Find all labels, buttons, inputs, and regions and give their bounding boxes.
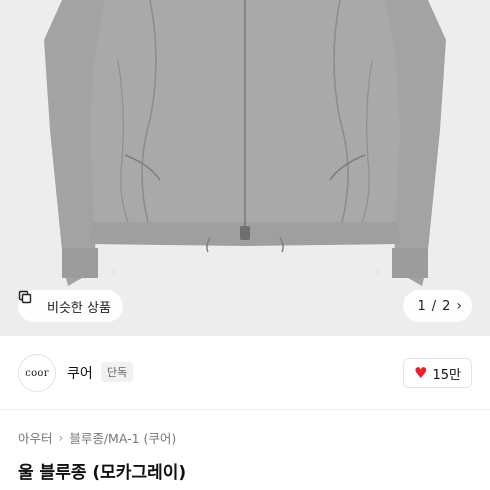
brand-name[interactable]: 쿠어 xyxy=(67,363,93,383)
brand-logo-avatar[interactable]: coor xyxy=(18,354,56,392)
jacket-illustration xyxy=(0,0,490,336)
pager-total: 2 xyxy=(442,298,451,314)
breadcrumb-subcategory[interactable]: 블루종/MA-1 (쿠어) xyxy=(69,428,176,447)
image-pager[interactable]: 1 / 2 › xyxy=(403,290,472,322)
product-image[interactable]: 비슷한 상품 1 / 2 › xyxy=(0,0,490,336)
pager-current: 1 xyxy=(417,298,426,314)
similar-products-label: 비슷한 상품 xyxy=(47,300,111,316)
similar-products-button[interactable]: 비슷한 상품 xyxy=(18,290,123,322)
exclusive-badge: 단독 xyxy=(101,362,134,382)
like-button[interactable]: ♥ 15만 xyxy=(403,358,472,388)
breadcrumb: 아우터 › 블루종/MA-1 (쿠어) xyxy=(18,428,176,447)
heart-icon: ♥ xyxy=(414,363,428,382)
pager-separator: / xyxy=(431,298,437,314)
copy-icon xyxy=(18,290,42,313)
chevron-right-icon: › xyxy=(456,298,462,314)
product-title: 울 블루종 (모카그레이) xyxy=(18,463,187,483)
seller-row: coor 쿠어 단독 ♥ 15만 xyxy=(0,336,490,410)
like-count: 15만 xyxy=(432,367,461,383)
brand-logo-text: coor xyxy=(25,367,49,379)
breadcrumb-category[interactable]: 아우터 xyxy=(18,428,53,447)
chevron-right-icon: › xyxy=(58,430,64,445)
